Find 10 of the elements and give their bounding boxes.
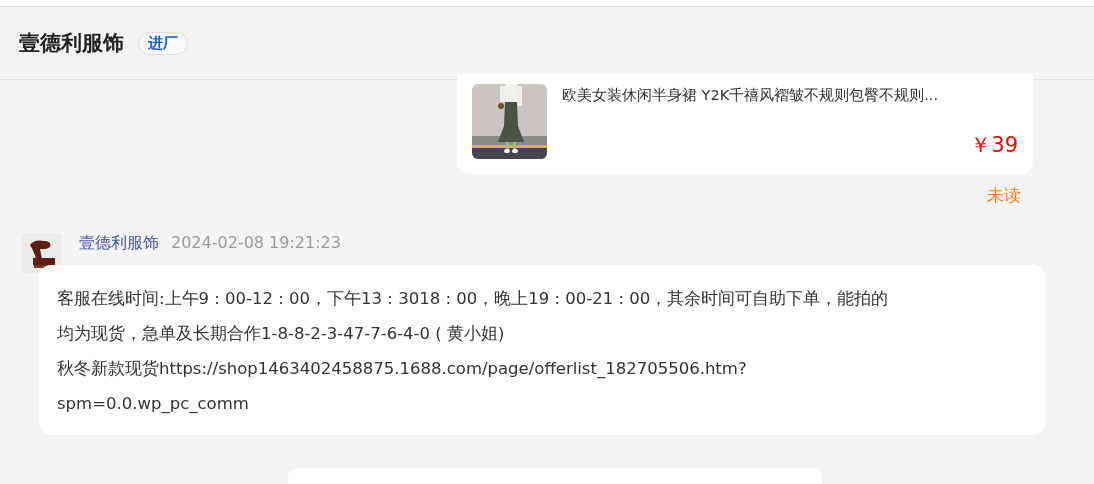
sender-name[interactable]: 壹德利服饰 [79, 233, 159, 254]
factory-tag: 进厂 [138, 31, 188, 55]
product-price: ￥39 [970, 132, 1018, 159]
message-bubble: 客服在线时间:上午9 : 00-12 : 00，下午13 : 3018 : 00，晚上19 : 00-21 : 00，其余时间可自助下单，能拍的 均为现货，急单及长期合作1-8-8-2-3-47-7-6-4-0 ( 黄小姐) 秋冬新款现货https://shop1463402458875.1688.com/page/offerlist_182705506.htm? spm=0.0.wp_pc_comm [39, 265, 1045, 435]
read-status: 未读 [987, 184, 1021, 207]
shop-name: 壹德利服饰 [19, 30, 124, 57]
shop-logo-icon [22, 233, 62, 273]
product-title: 欧美女装休闲半身裙 Y2K千禧风褶皱不规则包臀不规则... [562, 86, 940, 105]
message-time: 2024-02-08 19:21:23 [171, 233, 341, 252]
product-card[interactable]: 欧美女装休闲半身裙 Y2K千禧风褶皱不规则包臀不规则... ￥39 [457, 74, 1033, 174]
